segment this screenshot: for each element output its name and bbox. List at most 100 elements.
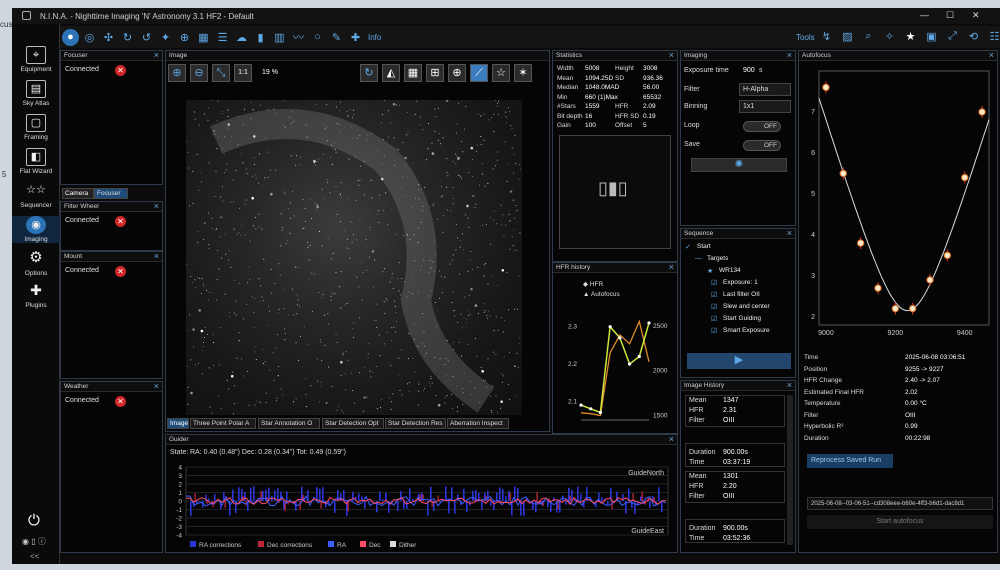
mount-toolbar-icon[interactable]: ✦	[157, 29, 174, 46]
tiles-icon[interactable]: ⊞	[426, 64, 444, 82]
focuser-toolbar-icon[interactable]: ✣	[100, 29, 117, 46]
history-tool-icon[interactable]: ⟲	[965, 28, 982, 45]
disconnected-icon[interactable]: ✕	[115, 216, 126, 227]
search-tool-icon[interactable]: ⌕	[860, 28, 877, 45]
camera-toolbar-icon[interactable]: ●	[62, 28, 79, 46]
tab-image-4[interactable]: Star Detection Res	[385, 418, 446, 429]
save-toggle[interactable]: OFF	[743, 140, 781, 151]
start-autofocus-button[interactable]: Start autofocus	[807, 515, 993, 529]
disconnected-icon[interactable]: ✕	[115, 396, 126, 407]
close-icon[interactable]: ×	[787, 228, 792, 238]
tab-image-0[interactable]: Image	[167, 418, 189, 429]
collapse-sidebar-button[interactable]: <<	[30, 552, 39, 561]
wrench-tool-icon[interactable]: ✧	[881, 28, 898, 45]
nav-equipment[interactable]: ⌖ Equipment	[12, 46, 60, 73]
close-icon[interactable]: ×	[787, 380, 792, 390]
sequence-item[interactable]: Slew and center	[723, 303, 770, 310]
nav-flat-wizard[interactable]: ◧ Flat Wizard	[12, 148, 60, 175]
crosshair-icon[interactable]: ⊕	[448, 64, 466, 82]
sequence-item[interactable]: Exposure: 1	[723, 279, 758, 286]
zoom-out-icon[interactable]: ⊖	[190, 64, 208, 82]
close-icon[interactable]: ×	[154, 251, 159, 261]
reprocess-saved-run-button[interactable]: Reprocess Saved Run	[807, 454, 893, 468]
close-icon[interactable]: ×	[787, 50, 792, 60]
close-icon[interactable]: ×	[154, 50, 159, 60]
grid-overlay-icon[interactable]: ▦	[404, 64, 422, 82]
plugin-toolbar-icon[interactable]: ✚	[347, 29, 364, 46]
close-icon[interactable]: ×	[669, 434, 674, 444]
star	[438, 133, 440, 135]
binning-select[interactable]: 1x1	[739, 100, 791, 113]
close-button[interactable]: ✕	[972, 10, 980, 21]
close-icon[interactable]: ×	[154, 201, 159, 211]
cloud-toolbar-icon[interactable]: ☁	[233, 29, 250, 46]
sequence-item[interactable]: Start	[697, 243, 711, 250]
close-icon[interactable]: ×	[989, 50, 994, 60]
sequence-item[interactable]: WR134	[719, 267, 741, 274]
ruler-tool-icon[interactable]: ↯	[818, 28, 835, 45]
list-tool-icon[interactable]: ☷	[986, 28, 1000, 45]
rotate-toolbar-icon[interactable]: ↺	[138, 29, 155, 46]
history-scrollbar[interactable]	[787, 395, 793, 545]
filter-select[interactable]: H-Alpha	[739, 83, 791, 96]
rotator-toolbar-icon[interactable]: ↻	[119, 29, 136, 46]
star	[352, 109, 354, 111]
sequence-item[interactable]: Smart Exposure	[723, 327, 770, 334]
sequence-item[interactable]: Targets	[707, 255, 728, 262]
bars-toolbar-icon[interactable]: ▥	[271, 29, 288, 46]
sliders-toolbar-icon[interactable]: ☰	[214, 29, 231, 46]
info-icons[interactable]: ◉ ▯ ⓘ	[22, 536, 46, 547]
captured-sky-image[interactable]	[186, 100, 522, 415]
power-icon[interactable]: ⏻	[28, 512, 40, 529]
close-icon[interactable]: ×	[669, 50, 674, 60]
star	[426, 159, 427, 161]
tab-image-2[interactable]: Star Annotation O	[258, 418, 320, 429]
expand-tool-icon[interactable]: ⤢	[944, 28, 961, 45]
fit-icon[interactable]: ⤡	[212, 64, 230, 82]
tab-image-5[interactable]: Aberration Inspect	[447, 418, 509, 429]
brush-toolbar-icon[interactable]: ✎	[328, 29, 345, 46]
zoom-in-icon[interactable]: ⊕	[168, 64, 186, 82]
filterwheel-toolbar-icon[interactable]: ◎	[81, 29, 98, 46]
bulb-toolbar-icon[interactable]: ○	[309, 29, 326, 46]
mirror-icon[interactable]: ◭	[382, 64, 400, 82]
run-sequence-button[interactable]: ▶	[687, 353, 791, 369]
tab-image-1[interactable]: Three Point Polar A	[190, 418, 256, 429]
star-detect-icon[interactable]: ☆	[492, 64, 510, 82]
tab-image-3[interactable]: Star Detection Opt	[322, 418, 384, 429]
sequence-item[interactable]: Start Guiding	[723, 315, 761, 322]
saved-run-select[interactable]: 2025-06-08--03-06-51--cd308eee-b60e-4ff3…	[807, 497, 993, 510]
nav-sequencer[interactable]: ☆☆ Sequencer	[12, 182, 60, 209]
rotate-image-icon[interactable]: ↻	[360, 64, 378, 82]
star	[193, 111, 195, 113]
close-icon[interactable]: ×	[154, 381, 159, 391]
minimize-button[interactable]: —	[920, 10, 929, 20]
loop-toggle[interactable]: OFF	[743, 121, 781, 132]
stretch-icon[interactable]: ⟋	[470, 64, 488, 82]
nav-sky-atlas[interactable]: ▤ Sky Atlas	[12, 80, 60, 107]
one-to-one-button[interactable]: 1:1	[234, 64, 252, 82]
target-toolbar-icon[interactable]: ⊕	[176, 29, 193, 46]
sequence-item[interactable]: Last filter OII	[723, 291, 760, 298]
chart-toolbar-icon[interactable]: ▮	[252, 29, 269, 46]
nav-framing[interactable]: ▢ Framing	[12, 114, 60, 141]
close-icon[interactable]: ×	[669, 262, 674, 272]
nav-options[interactable]: ⚙ Options	[12, 250, 60, 278]
tab-camera[interactable]: Camera	[62, 188, 94, 199]
exposure-input[interactable]: 900	[743, 67, 755, 74]
star-tool-icon[interactable]: ★	[902, 28, 919, 45]
capture-button[interactable]: ✺	[691, 158, 787, 172]
tab-focuser[interactable]: Focuser	[94, 188, 128, 199]
disconnected-icon[interactable]: ✕	[115, 266, 126, 277]
maximize-button[interactable]: ☐	[946, 10, 954, 21]
nav-imaging[interactable]: ◉ Imaging	[12, 216, 60, 243]
book-tool-icon[interactable]: ▨	[839, 28, 856, 45]
grid-toolbar-icon[interactable]: ▦	[195, 29, 212, 46]
annotate-icon[interactable]: ✶	[514, 64, 532, 82]
nav-plugins[interactable]: ✚ Plugins	[12, 282, 60, 309]
graph-toolbar-icon[interactable]: 〰	[290, 29, 307, 46]
frame-tool-icon[interactable]: ▣	[923, 28, 940, 45]
info-label[interactable]: Info	[368, 33, 381, 42]
disconnected-icon[interactable]: ✕	[115, 65, 126, 76]
star	[243, 108, 245, 110]
